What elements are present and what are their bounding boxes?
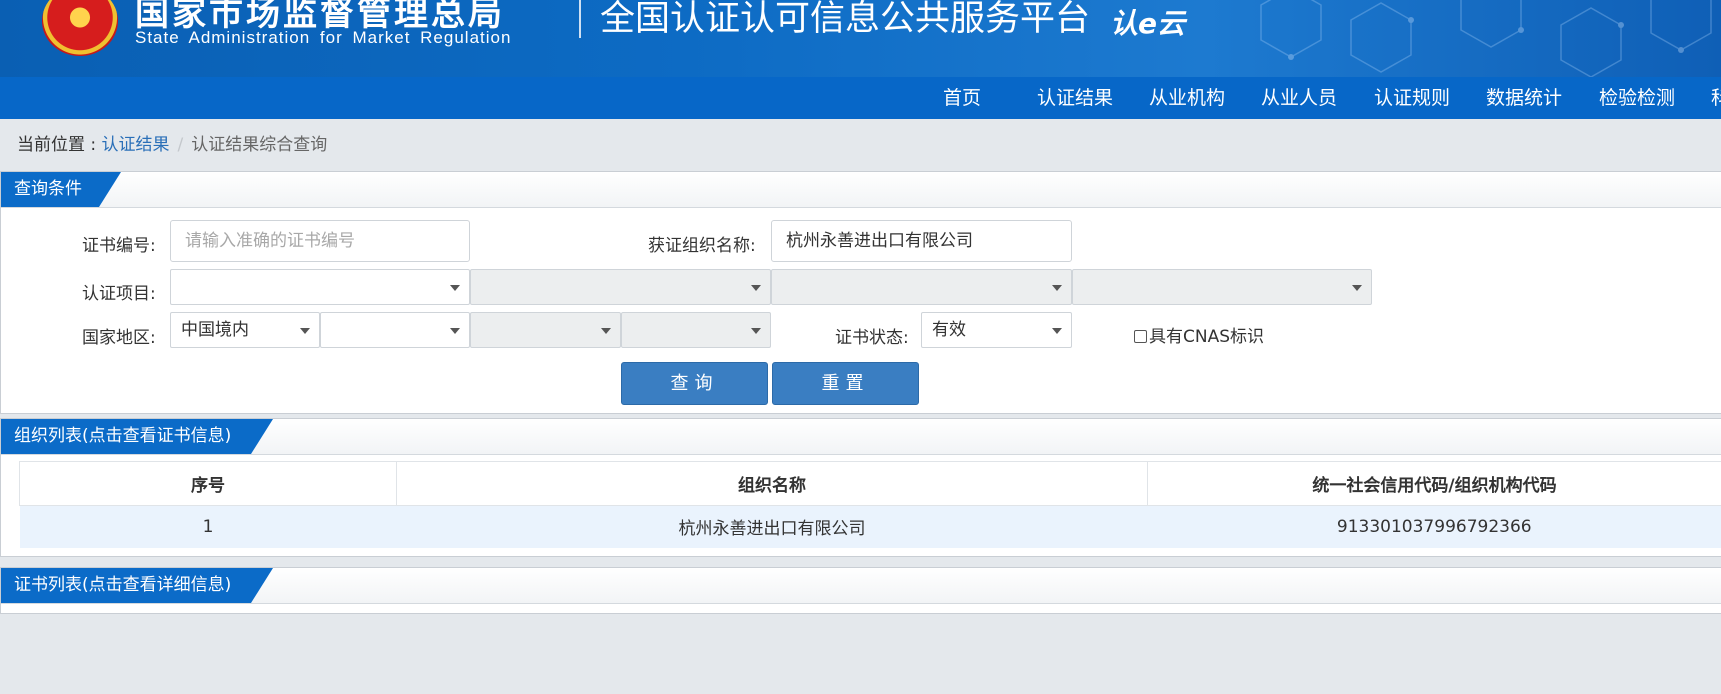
chevron-down-icon — [450, 285, 460, 291]
column-header-org-name: 组织名称 — [396, 461, 1148, 506]
reset-button[interactable]: 重置 — [772, 362, 919, 405]
nav-item-inspection[interactable]: 检验检测 — [1599, 77, 1675, 119]
chevron-down-icon — [450, 328, 460, 334]
site-header: 国家市场监督管理总局 State Administration for Mark… — [0, 0, 1721, 77]
breadcrumb-separator: / — [177, 135, 184, 155]
org-list-title: 组织列表(点击查看证书信息) — [1, 419, 273, 454]
org-table-header-row: 序号 组织名称 统一社会信用代码/组织机构代码 — [19, 461, 1721, 506]
chevron-down-icon — [751, 328, 761, 334]
org-list-header: 组织列表(点击查看证书信息) — [1, 419, 1721, 455]
cert-list-panel: 证书列表(点击查看详细信息) — [0, 567, 1721, 614]
project-label: 认证项目: — [82, 284, 156, 304]
project-select-1[interactable] — [170, 269, 470, 305]
chevron-down-icon — [1352, 285, 1362, 291]
cert-no-label: 证书编号: — [82, 236, 156, 256]
region-country-value: 中国境内 — [181, 320, 249, 340]
breadcrumb: 当前位置 : 认证结果 / 认证结果综合查询 — [17, 130, 327, 155]
region-label: 国家地区: — [82, 328, 156, 348]
national-emblem-logo — [42, 0, 118, 56]
query-panel-title: 查询条件 — [1, 172, 121, 207]
region-district-select[interactable] — [621, 312, 771, 348]
project-select-4[interactable] — [1072, 269, 1372, 305]
main-nav: 首页 认证结果 从业机构 从业人员 认证规则 数据统计 检验检测 科 — [0, 77, 1721, 119]
breadcrumb-link-cert-results[interactable]: 认证结果 — [102, 135, 170, 155]
row-credit-code: 913301037996792366 — [1147, 505, 1721, 548]
project-select-3[interactable] — [771, 269, 1072, 305]
platform-logo: 认e云 — [1110, 7, 1185, 40]
nav-item-cert-results[interactable]: 认证结果 — [1037, 77, 1113, 119]
chevron-down-icon — [751, 285, 761, 291]
chevron-down-icon — [1052, 285, 1062, 291]
project-select-2[interactable] — [470, 269, 771, 305]
nav-item-more[interactable]: 科 — [1711, 77, 1721, 119]
breadcrumb-current: 认证结果综合查询 — [191, 135, 328, 155]
nav-item-institutions[interactable]: 从业机构 — [1149, 77, 1225, 119]
cnas-checkbox[interactable]: 具有CNAS标识 — [1134, 322, 1264, 347]
cnas-label: 具有CNAS标识 — [1149, 327, 1265, 347]
chevron-down-icon — [300, 328, 310, 334]
status-select[interactable]: 有效 — [921, 312, 1072, 348]
column-header-credit-code: 统一社会信用代码/组织机构代码 — [1147, 461, 1721, 506]
nav-item-home[interactable]: 首页 — [943, 77, 981, 119]
org-name-en: State Administration for Market Regulati… — [135, 28, 512, 47]
row-org-name[interactable]: 杭州永善进出口有限公司 — [396, 505, 1148, 548]
nav-item-personnel[interactable]: 从业人员 — [1261, 77, 1337, 119]
checkbox-icon[interactable] — [1134, 330, 1147, 343]
org-name-label: 获证组织名称: — [648, 236, 756, 256]
row-index: 1 — [19, 505, 397, 548]
hexagon-pattern-decoration — [1260, 0, 1712, 77]
org-table: 序号 组织名称 统一社会信用代码/组织机构代码 1 杭州永善进出口有限公司 91… — [19, 461, 1721, 548]
chevron-down-icon — [1052, 328, 1062, 334]
cert-list-header: 证书列表(点击查看详细信息) — [1, 568, 1721, 604]
platform-title: 全国认证认可信息公共服务平台 — [600, 0, 1091, 39]
query-panel-header: 查询条件 — [1, 172, 1721, 208]
breadcrumb-prefix: 当前位置 : — [17, 135, 102, 155]
search-button[interactable]: 查询 — [621, 362, 768, 405]
org-name-input[interactable]: 杭州永善进出口有限公司 — [771, 220, 1072, 262]
region-province-select[interactable] — [320, 312, 470, 348]
cert-no-input[interactable]: 请输入准确的证书编号 — [170, 220, 470, 262]
region-city-select[interactable] — [470, 312, 621, 348]
status-value: 有效 — [932, 320, 966, 340]
nav-item-cert-rules[interactable]: 认证规则 — [1374, 77, 1450, 119]
nav-item-statistics[interactable]: 数据统计 — [1486, 77, 1562, 119]
status-label: 证书状态: — [835, 328, 909, 348]
chevron-down-icon — [601, 328, 611, 334]
column-header-index: 序号 — [19, 461, 397, 506]
region-country-select[interactable]: 中国境内 — [170, 312, 320, 348]
cert-list-title: 证书列表(点击查看详细信息) — [1, 568, 273, 603]
table-row[interactable]: 1 杭州永善进出口有限公司 913301037996792366 — [19, 505, 1721, 548]
header-divider — [579, 0, 581, 38]
